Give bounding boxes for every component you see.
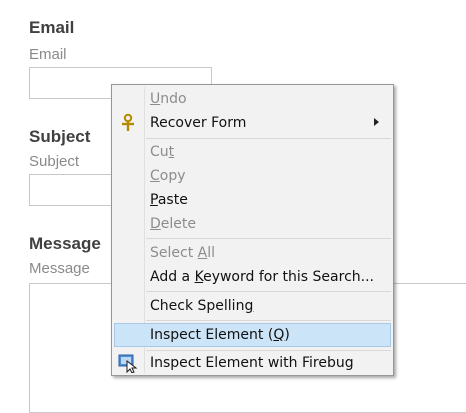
email-caption: Email bbox=[29, 46, 67, 63]
message-title: Message bbox=[29, 234, 101, 253]
menu-item-label: Check Spelling bbox=[150, 298, 254, 314]
menu-item-select-all[interactable]: Select All bbox=[114, 242, 391, 264]
menu-item-paste[interactable]: Paste bbox=[114, 189, 391, 211]
menu-item-label: Select All bbox=[150, 245, 215, 261]
recover-form-icon bbox=[122, 113, 134, 131]
menu-item-inspect-element[interactable]: Inspect Element (Q) bbox=[114, 323, 391, 347]
context-menu: Undo Recover Form Cut Copy Paste Delete … bbox=[111, 84, 394, 376]
subject-title: Subject bbox=[29, 127, 91, 146]
menu-item-inspect-with-firebug[interactable]: Inspect Element with Firebug bbox=[114, 352, 391, 374]
menu-separator bbox=[146, 350, 391, 351]
menu-item-label: Inspect Element with Firebug bbox=[150, 355, 354, 371]
menu-item-label: Cut bbox=[150, 144, 175, 160]
menu-separator bbox=[146, 291, 391, 292]
menu-item-copy[interactable]: Copy bbox=[114, 165, 391, 187]
menu-item-add-keyword[interactable]: Add a Keyword for this Search... bbox=[114, 266, 391, 288]
menu-item-label: Recover Form bbox=[150, 115, 247, 131]
message-caption: Message bbox=[29, 260, 90, 277]
menu-item-label: Delete bbox=[150, 216, 196, 232]
subject-caption: Subject bbox=[29, 153, 80, 170]
menu-item-cut[interactable]: Cut bbox=[114, 141, 391, 163]
menu-item-label: Inspect Element (Q) bbox=[150, 327, 290, 343]
menu-item-label: Add a Keyword for this Search... bbox=[150, 269, 374, 285]
firebug-inspect-icon bbox=[118, 354, 138, 373]
menu-item-undo[interactable]: Undo bbox=[114, 88, 391, 110]
menu-separator bbox=[146, 138, 391, 139]
menu-item-check-spelling[interactable]: Check Spelling bbox=[114, 295, 391, 317]
menu-separator bbox=[146, 320, 391, 321]
submenu-arrow-icon bbox=[374, 118, 379, 126]
menu-item-label: Copy bbox=[150, 168, 186, 184]
menu-item-label: Paste bbox=[150, 192, 188, 208]
menu-item-recover-form[interactable]: Recover Form bbox=[114, 112, 391, 134]
menu-item-delete[interactable]: Delete bbox=[114, 213, 391, 235]
email-title: Email bbox=[29, 18, 75, 37]
menu-separator bbox=[146, 238, 391, 239]
menu-item-label: Undo bbox=[150, 91, 187, 107]
